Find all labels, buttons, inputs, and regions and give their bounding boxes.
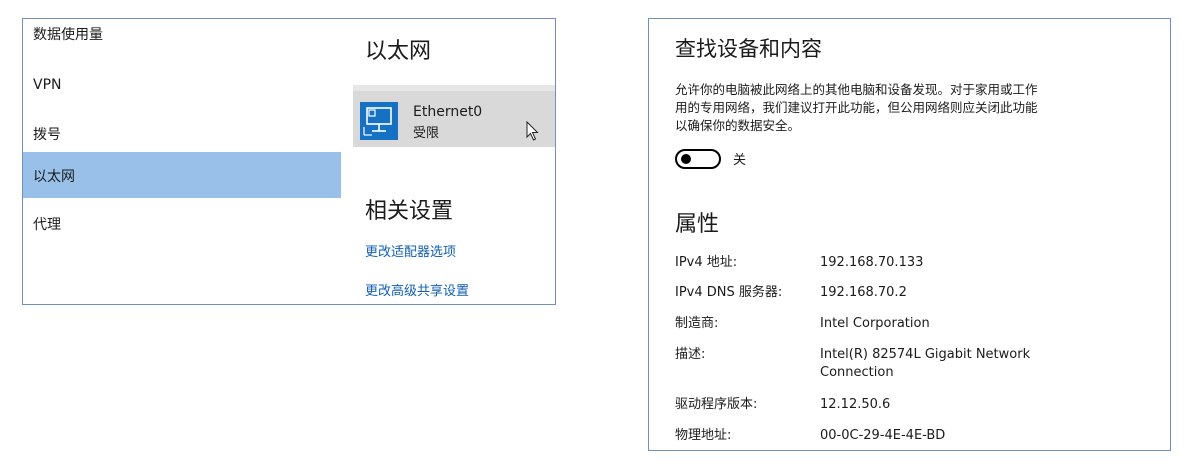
description-line: 用的专用网络，我们建议打开此功能，但公用网络则应关闭此功能 — [675, 100, 1038, 115]
property-key: IPv4 地址: — [675, 255, 738, 270]
property-key: 制造商: — [675, 316, 719, 331]
property-key: IPv4 DNS 服务器: — [675, 285, 783, 300]
page-title: 以太网 — [365, 39, 432, 64]
hover-strip — [353, 85, 555, 91]
properties-title: 属性 — [675, 212, 720, 237]
adapter-name: Ethernet0 — [413, 104, 483, 120]
ethernet-settings-window: 数据使用量 VPN 拨号 以太网 代理 以太网 Ethernet0 受限 相关设… — [22, 18, 556, 305]
property-value: 192.168.70.2 — [820, 285, 907, 300]
network-monitor-icon — [360, 102, 398, 140]
mouse-cursor-icon — [526, 121, 539, 141]
find-devices-title: 查找设备和内容 — [675, 37, 822, 61]
property-value: Intel(R) 82574L Gigabit Network Connecti… — [820, 346, 1150, 382]
description-line: 允许你的电脑被此网络上的其他电脑和设备发现。对于家用或工作 — [675, 82, 1038, 97]
property-value-line: Connection — [820, 365, 894, 380]
change-advanced-sharing-link[interactable]: 更改高级共享设置 — [365, 280, 469, 299]
adapter-status: 受限 — [413, 126, 440, 141]
sidebar-item-data-usage[interactable]: 数据使用量 — [23, 19, 341, 65]
property-key: 描述: — [675, 347, 706, 362]
related-settings-title: 相关设置 — [365, 199, 454, 224]
sidebar-item-label: 代理 — [33, 217, 61, 233]
change-adapter-options-link[interactable]: 更改适配器选项 — [365, 241, 456, 260]
sidebar-item-label: 数据使用量 — [33, 27, 103, 43]
property-value: 12.12.50.6 — [820, 397, 891, 412]
sidebar-item-proxy[interactable]: 代理 — [23, 204, 341, 250]
description-line: 以确保你的数据安全。 — [675, 118, 801, 133]
find-devices-description: 允许你的电脑被此网络上的其他电脑和设备发现。对于家用或工作 用的专用网络，我们建… — [675, 81, 1125, 135]
sidebar-item-label: 以太网 — [33, 169, 75, 185]
property-key: 物理地址: — [675, 428, 732, 443]
sidebar-item-vpn[interactable]: VPN — [23, 65, 341, 111]
property-value: 00-0C-29-4E-4E-BD — [820, 428, 946, 443]
discovery-toggle[interactable] — [675, 149, 721, 169]
ethernet-adapter-item[interactable]: Ethernet0 受限 — [353, 85, 555, 147]
property-value: Intel Corporation — [820, 316, 930, 331]
ethernet-content: 以太网 Ethernet0 受限 相关设置 更改适配器选项 更改高级共享设置 — [343, 19, 555, 304]
sidebar-item-ethernet[interactable]: 以太网 — [23, 152, 341, 198]
network-properties-window: 查找设备和内容 允许你的电脑被此网络上的其他电脑和设备发现。对于家用或工作 用的… — [648, 18, 1171, 451]
property-value: 192.168.70.133 — [820, 255, 924, 270]
sidebar-item-label: 拨号 — [33, 127, 61, 143]
property-key: 驱动程序版本: — [675, 397, 758, 412]
sidebar-item-label: VPN — [33, 77, 62, 93]
property-value-line: Intel(R) 82574L Gigabit Network — [820, 347, 1031, 362]
toggle-state-label: 关 — [733, 153, 747, 168]
